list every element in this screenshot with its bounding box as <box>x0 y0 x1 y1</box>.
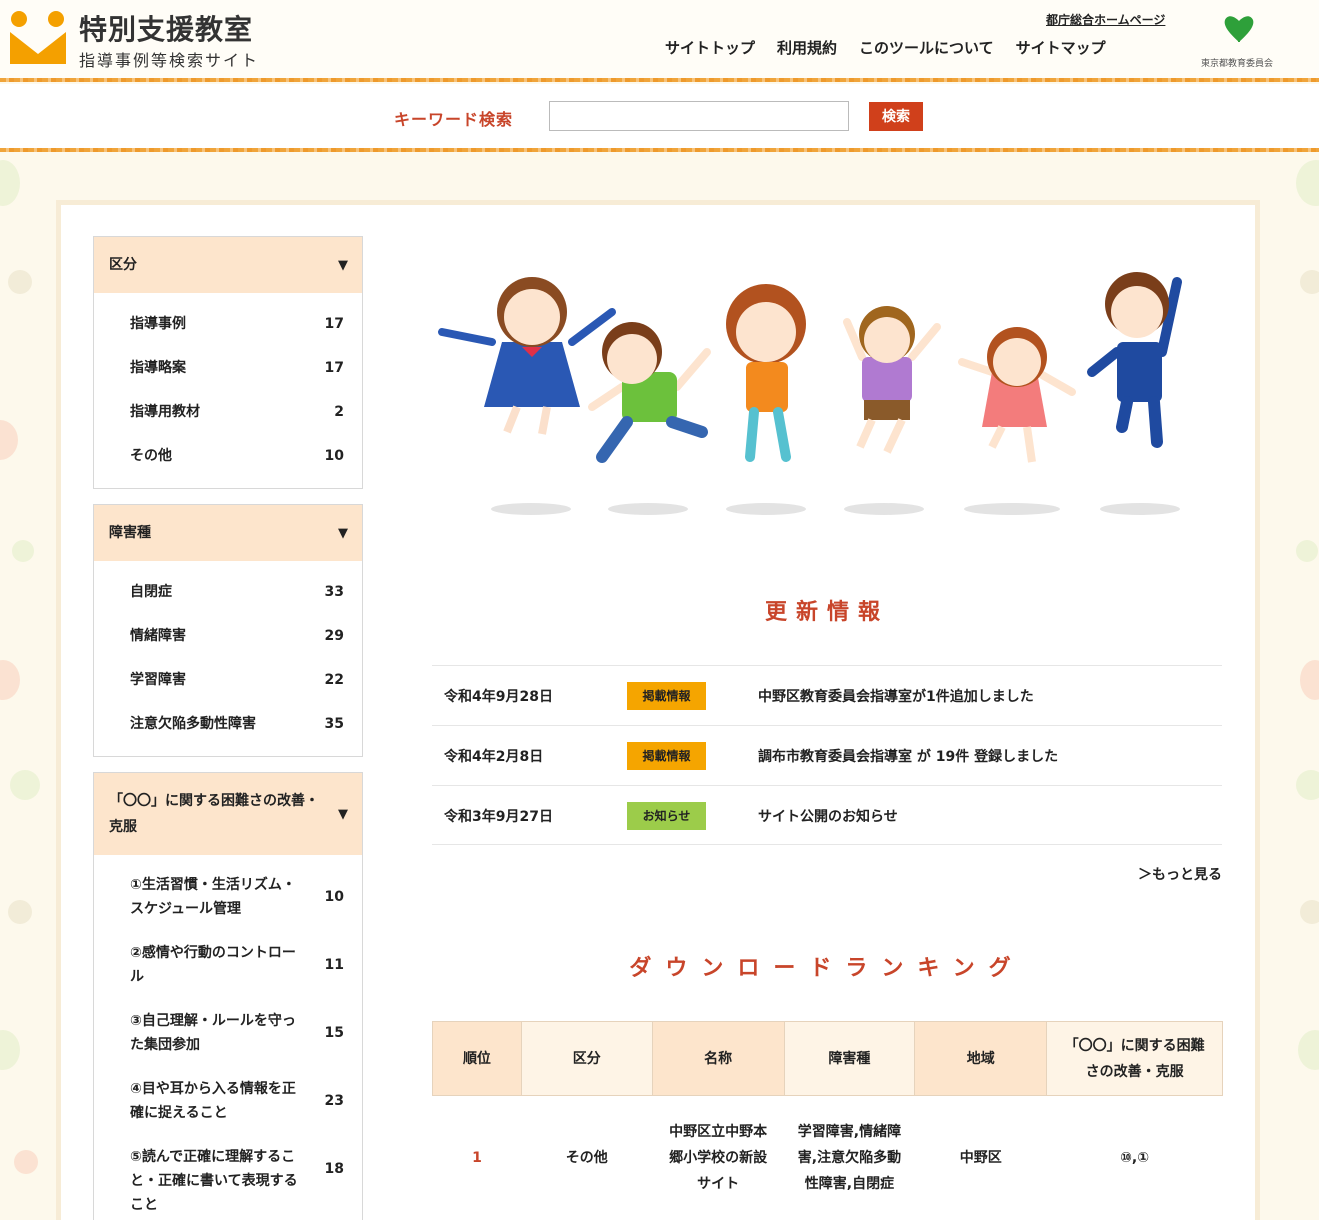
update-row: 令和3年9月27日 お知らせ サイト公開のお知らせ <box>432 785 1222 845</box>
update-row: 令和4年9月28日 掲載情報 中野区教育委員会指導室が1件追加しました <box>432 665 1222 725</box>
column-header: 地域 <box>914 1021 1048 1096</box>
updates-title: 更新情報 <box>764 600 889 625</box>
update-date: 令和4年9月28日 <box>444 689 553 705</box>
search-label: キーワード検索 <box>394 110 514 129</box>
filter-item-konnan-5[interactable]: ⑤読んで正確に理解すること・正確に書いて表現すること 18 <box>130 1145 344 1217</box>
name-cell[interactable]: 中野区立中野本郷小学校の新設サイト <box>652 1096 784 1220</box>
nav-label: サイトマップ <box>1015 39 1106 57</box>
nav-about-tool[interactable]: このツールについて <box>849 30 1004 66</box>
filter-item-konnan-2[interactable]: ②感情や行動のコントロール 11 <box>130 941 344 989</box>
triangle-down-icon: ▼ <box>338 257 348 273</box>
column-header: 障害種 <box>783 1021 916 1096</box>
update-text[interactable]: 調布市教育委員会指導室 が 19件 登録しました <box>758 746 1058 766</box>
table-row[interactable]: 1 その他 中野区立中野本郷小学校の新設サイト 学習障害,情緒障害,注意欠陥多動… <box>433 1096 1223 1220</box>
update-date: 令和4年2月8日 <box>444 749 544 765</box>
site-subtitle: 指導事例等検索サイト <box>79 51 260 70</box>
update-badge: お知らせ <box>627 802 706 830</box>
keyword-search-bar: キーワード検索 検索 <box>0 84 1319 148</box>
shogai-cell: 学習障害,情緒障害,注意欠陥多動性障害,自閉症 <box>797 1123 902 1192</box>
filter-konnan-header[interactable]: 「〇〇」に関する困難さの改善・克服 ▼ <box>94 773 362 855</box>
filter-title: 障害種 <box>109 525 151 541</box>
rank-cell: 1 <box>472 1149 482 1166</box>
update-row: 令和4年2月8日 掲載情報 調布市教育委員会指導室 が 19件 登録しました <box>432 725 1222 785</box>
filter-item-konnan-4[interactable]: ④目や耳から入る情報を正確に捉えること 23 <box>130 1077 344 1125</box>
column-header: 区分 <box>520 1021 653 1096</box>
nav-terms[interactable]: 利用規約 <box>767 30 847 66</box>
filter-shogai-header[interactable]: 障害種 ▼ <box>94 505 362 561</box>
triangle-down-icon: ▼ <box>338 525 348 541</box>
tokyo-board-label: 東京都教育委員会 <box>1201 59 1274 69</box>
filter-title: 区分 <box>109 257 137 273</box>
konnan-cell: ⑩,① <box>1120 1149 1150 1166</box>
triangle-down-icon: ▼ <box>338 806 348 822</box>
header-divider <box>0 78 1319 82</box>
search-button[interactable]: 検索 <box>869 102 923 131</box>
filter-item-konnan-3[interactable]: ③自己理解・ルールを守った集団参加 15 <box>130 1009 344 1057</box>
table-header-row: 順位 区分 名称 障害種 地域 「〇〇」に関する困難さの改善・克服 <box>432 1021 1223 1096</box>
ranking-title: ダウンロードランキング <box>629 956 1025 981</box>
column-header: 順位 <box>432 1021 522 1096</box>
nav-label: サイトトップ <box>665 39 756 57</box>
update-badge: 掲載情報 <box>627 742 706 770</box>
nav-sitemap[interactable]: サイトマップ <box>1005 30 1116 66</box>
update-date: 令和3年9月27日 <box>444 809 553 825</box>
tokyo-emblem-icon[interactable] <box>1222 12 1256 44</box>
kubun-cell: その他 <box>565 1149 608 1166</box>
column-header: 名称 <box>651 1021 785 1096</box>
nav-label: このツールについて <box>859 39 994 57</box>
nav-label: 利用規約 <box>777 39 838 57</box>
download-ranking-table: 順位 区分 名称 障害種 地域 「〇〇」に関する困難さの改善・克服 1 その他 … <box>432 1021 1223 1220</box>
filter-item-konnan-1[interactable]: ①生活習慣・生活リズム・スケジュール管理 10 <box>130 873 344 921</box>
global-nav: サイトトップ 利用規約 このツールについて サイトマップ <box>655 30 1116 66</box>
update-text[interactable]: 中野区教育委員会指導室が1件追加しました <box>758 686 1034 706</box>
update-badge: 掲載情報 <box>627 682 706 710</box>
keyword-search-input[interactable] <box>549 101 849 131</box>
more-updates-link[interactable]: ＞もっと見る <box>1110 864 1222 884</box>
column-header: 「〇〇」に関する困難さの改善・克服 <box>1046 1021 1223 1096</box>
jumping-children-illustration <box>438 272 1182 515</box>
region-cell: 中野区 <box>959 1149 1002 1166</box>
filter-kubun-header[interactable]: 区分 ▼ <box>94 237 362 293</box>
site-header: 特別支援教室 指導事例等検索サイト 都庁総合ホームページ サイトトップ 利用規約… <box>0 0 1319 80</box>
nav-site-top[interactable]: サイトトップ <box>655 30 765 66</box>
site-logo-icon[interactable] <box>10 10 66 66</box>
filter-title: 「〇〇」に関する困難さの改善・克服 <box>109 793 319 835</box>
site-title[interactable]: 特別支援教室 <box>79 8 253 48</box>
search-divider <box>0 148 1319 152</box>
tocho-homepage-link[interactable]: 都庁総合ホームページ <box>1046 11 1165 28</box>
update-text[interactable]: サイト公開のお知らせ <box>758 806 898 826</box>
